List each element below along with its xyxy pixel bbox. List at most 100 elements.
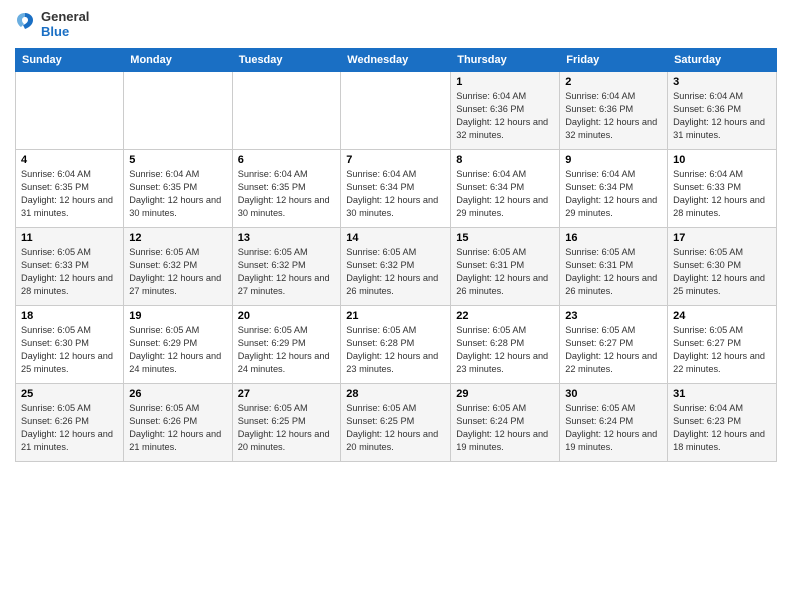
calendar-day-23: 23Sunrise: 6:05 AM Sunset: 6:27 PM Dayli… bbox=[560, 305, 668, 383]
day-info: Sunrise: 6:05 AM Sunset: 6:26 PM Dayligh… bbox=[21, 402, 118, 454]
day-number: 9 bbox=[565, 154, 662, 166]
day-info: Sunrise: 6:05 AM Sunset: 6:32 PM Dayligh… bbox=[238, 246, 336, 298]
logo-general: General bbox=[41, 10, 89, 25]
day-number: 3 bbox=[673, 76, 771, 88]
day-info: Sunrise: 6:04 AM Sunset: 6:34 PM Dayligh… bbox=[565, 168, 662, 220]
calendar-day-6: 6 Sunrise: 6:04 AM Sunset: 6:35 PM Daylig… bbox=[232, 149, 341, 227]
day-number: 1 bbox=[456, 76, 554, 88]
day-number: 6 bbox=[238, 154, 336, 166]
day-info: Sunrise: 6:05 AM Sunset: 6:31 PM Dayligh… bbox=[456, 246, 554, 298]
calendar-day-26: 26 Sunrise: 6:05 AM Sunset: 6:26 PM Dayli… bbox=[124, 383, 232, 461]
day-info: Sunrise: 6:04 AM Sunset: 6:36 PM Dayligh… bbox=[565, 90, 662, 142]
calendar-day-27: 27 Sunrise: 6:05 AM Sunset: 6:25 PM Dayli… bbox=[232, 383, 341, 461]
day-number: 26 bbox=[129, 388, 226, 400]
calendar-day-28: 28Sunrise: 6:05 AM Sunset: 6:25 PM Dayli… bbox=[341, 383, 451, 461]
calendar-day-25: 25 Sunrise: 6:05 AM Sunset: 6:26 PM Dayli… bbox=[16, 383, 124, 461]
calendar-day-2: 2 Sunrise: 6:04 AM Sunset: 6:36 PM Daylig… bbox=[560, 71, 668, 149]
day-info: Sunrise: 6:05 AM Sunset: 6:24 PM Dayligh… bbox=[456, 402, 554, 454]
day-number: 19 bbox=[129, 310, 226, 322]
calendar-body: 1 Sunrise: 6:04 AM Sunset: 6:36 PM Daylig… bbox=[16, 71, 777, 461]
calendar-day-21: 21 Sunrise: 6:05 AM Sunset: 6:28 PM Dayli… bbox=[341, 305, 451, 383]
calendar-week-2: 4Sunrise: 6:04 AM Sunset: 6:35 PM Daylig… bbox=[16, 149, 777, 227]
header: General Blue bbox=[15, 10, 777, 40]
day-of-week-saturday: Saturday bbox=[668, 48, 777, 71]
day-info: Sunrise: 6:04 AM Sunset: 6:34 PM Dayligh… bbox=[456, 168, 554, 220]
calendar-day-9: 9 Sunrise: 6:04 AM Sunset: 6:34 PM Daylig… bbox=[560, 149, 668, 227]
day-of-week-friday: Friday bbox=[560, 48, 668, 71]
day-number: 10 bbox=[673, 154, 771, 166]
day-info: Sunrise: 6:05 AM Sunset: 6:26 PM Dayligh… bbox=[129, 402, 226, 454]
logo: General Blue bbox=[15, 10, 89, 40]
day-number: 21 bbox=[346, 310, 445, 322]
calendar-week-1: 1 Sunrise: 6:04 AM Sunset: 6:36 PM Daylig… bbox=[16, 71, 777, 149]
calendar-day-13: 13Sunrise: 6:05 AM Sunset: 6:32 PM Dayli… bbox=[232, 227, 341, 305]
calendar-day-5: 5 Sunrise: 6:04 AM Sunset: 6:35 PM Daylig… bbox=[124, 149, 232, 227]
day-number: 31 bbox=[673, 388, 771, 400]
day-info: Sunrise: 6:05 AM Sunset: 6:27 PM Dayligh… bbox=[673, 324, 771, 376]
calendar-day-29: 29 Sunrise: 6:05 AM Sunset: 6:24 PM Dayli… bbox=[451, 383, 560, 461]
day-info: Sunrise: 6:04 AM Sunset: 6:35 PM Dayligh… bbox=[238, 168, 336, 220]
day-number: 17 bbox=[673, 232, 771, 244]
day-info: Sunrise: 6:05 AM Sunset: 6:28 PM Dayligh… bbox=[346, 324, 445, 376]
day-info: Sunrise: 6:04 AM Sunset: 6:23 PM Dayligh… bbox=[673, 402, 771, 454]
day-info: Sunrise: 6:05 AM Sunset: 6:25 PM Dayligh… bbox=[238, 402, 336, 454]
calendar-week-3: 11 Sunrise: 6:05 AM Sunset: 6:33 PM Dayli… bbox=[16, 227, 777, 305]
day-number: 24 bbox=[673, 310, 771, 322]
day-info: Sunrise: 6:04 AM Sunset: 6:33 PM Dayligh… bbox=[673, 168, 771, 220]
calendar-week-5: 25 Sunrise: 6:05 AM Sunset: 6:26 PM Dayli… bbox=[16, 383, 777, 461]
calendar-week-4: 18Sunrise: 6:05 AM Sunset: 6:30 PM Dayli… bbox=[16, 305, 777, 383]
day-number: 14 bbox=[346, 232, 445, 244]
logo-bird-icon bbox=[15, 11, 35, 35]
calendar-day-31: 31 Sunrise: 6:04 AM Sunset: 6:23 PM Dayli… bbox=[668, 383, 777, 461]
calendar-day-11: 11 Sunrise: 6:05 AM Sunset: 6:33 PM Dayli… bbox=[16, 227, 124, 305]
day-info: Sunrise: 6:05 AM Sunset: 6:29 PM Dayligh… bbox=[238, 324, 336, 376]
day-info: Sunrise: 6:05 AM Sunset: 6:30 PM Dayligh… bbox=[673, 246, 771, 298]
day-number: 8 bbox=[456, 154, 554, 166]
day-of-week-thursday: Thursday bbox=[451, 48, 560, 71]
day-info: Sunrise: 6:05 AM Sunset: 6:25 PM Dayligh… bbox=[346, 402, 445, 454]
day-info: Sunrise: 6:04 AM Sunset: 6:35 PM Dayligh… bbox=[129, 168, 226, 220]
calendar-day-19: 19Sunrise: 6:05 AM Sunset: 6:29 PM Dayli… bbox=[124, 305, 232, 383]
calendar-day-1: 1 Sunrise: 6:04 AM Sunset: 6:36 PM Daylig… bbox=[451, 71, 560, 149]
day-info: Sunrise: 6:04 AM Sunset: 6:36 PM Dayligh… bbox=[673, 90, 771, 142]
day-header-row: SundayMondayTuesdayWednesdayThursdayFrid… bbox=[16, 48, 777, 71]
calendar-day-20: 20 Sunrise: 6:05 AM Sunset: 6:29 PM Dayli… bbox=[232, 305, 341, 383]
day-info: Sunrise: 6:04 AM Sunset: 6:36 PM Dayligh… bbox=[456, 90, 554, 142]
calendar-day-10: 10 Sunrise: 6:04 AM Sunset: 6:33 PM Dayli… bbox=[668, 149, 777, 227]
calendar-day-4: 4Sunrise: 6:04 AM Sunset: 6:35 PM Daylig… bbox=[16, 149, 124, 227]
day-info: Sunrise: 6:05 AM Sunset: 6:33 PM Dayligh… bbox=[21, 246, 118, 298]
logo-blue: Blue bbox=[41, 25, 89, 40]
calendar-table: SundayMondayTuesdayWednesdayThursdayFrid… bbox=[15, 48, 777, 462]
day-number: 25 bbox=[21, 388, 118, 400]
day-number: 12 bbox=[129, 232, 226, 244]
day-info: Sunrise: 6:05 AM Sunset: 6:32 PM Dayligh… bbox=[346, 246, 445, 298]
day-number: 15 bbox=[456, 232, 554, 244]
day-number: 23 bbox=[565, 310, 662, 322]
day-number: 27 bbox=[238, 388, 336, 400]
day-of-week-tuesday: Tuesday bbox=[232, 48, 341, 71]
calendar-day-15: 15 Sunrise: 6:05 AM Sunset: 6:31 PM Dayli… bbox=[451, 227, 560, 305]
day-number: 29 bbox=[456, 388, 554, 400]
day-info: Sunrise: 6:05 AM Sunset: 6:32 PM Dayligh… bbox=[129, 246, 226, 298]
empty-cell bbox=[232, 71, 341, 149]
calendar-day-7: 7Sunrise: 6:04 AM Sunset: 6:34 PM Daylig… bbox=[341, 149, 451, 227]
calendar-day-30: 30 Sunrise: 6:05 AM Sunset: 6:24 PM Dayli… bbox=[560, 383, 668, 461]
calendar-day-24: 24 Sunrise: 6:05 AM Sunset: 6:27 PM Dayli… bbox=[668, 305, 777, 383]
calendar-day-8: 8 Sunrise: 6:04 AM Sunset: 6:34 PM Daylig… bbox=[451, 149, 560, 227]
day-of-week-wednesday: Wednesday bbox=[341, 48, 451, 71]
day-number: 16 bbox=[565, 232, 662, 244]
day-of-week-monday: Monday bbox=[124, 48, 232, 71]
day-number: 11 bbox=[21, 232, 118, 244]
page: General Blue SundayMondayTuesdayWednesda… bbox=[0, 0, 792, 472]
day-info: Sunrise: 6:05 AM Sunset: 6:24 PM Dayligh… bbox=[565, 402, 662, 454]
day-number: 30 bbox=[565, 388, 662, 400]
calendar-day-14: 14 Sunrise: 6:05 AM Sunset: 6:32 PM Dayli… bbox=[341, 227, 451, 305]
calendar-day-18: 18Sunrise: 6:05 AM Sunset: 6:30 PM Dayli… bbox=[16, 305, 124, 383]
day-number: 2 bbox=[565, 76, 662, 88]
day-number: 20 bbox=[238, 310, 336, 322]
day-info: Sunrise: 6:04 AM Sunset: 6:35 PM Dayligh… bbox=[21, 168, 118, 220]
calendar-day-3: 3 Sunrise: 6:04 AM Sunset: 6:36 PM Daylig… bbox=[668, 71, 777, 149]
day-number: 5 bbox=[129, 154, 226, 166]
day-number: 18 bbox=[21, 310, 118, 322]
day-info: Sunrise: 6:05 AM Sunset: 6:28 PM Dayligh… bbox=[456, 324, 554, 376]
